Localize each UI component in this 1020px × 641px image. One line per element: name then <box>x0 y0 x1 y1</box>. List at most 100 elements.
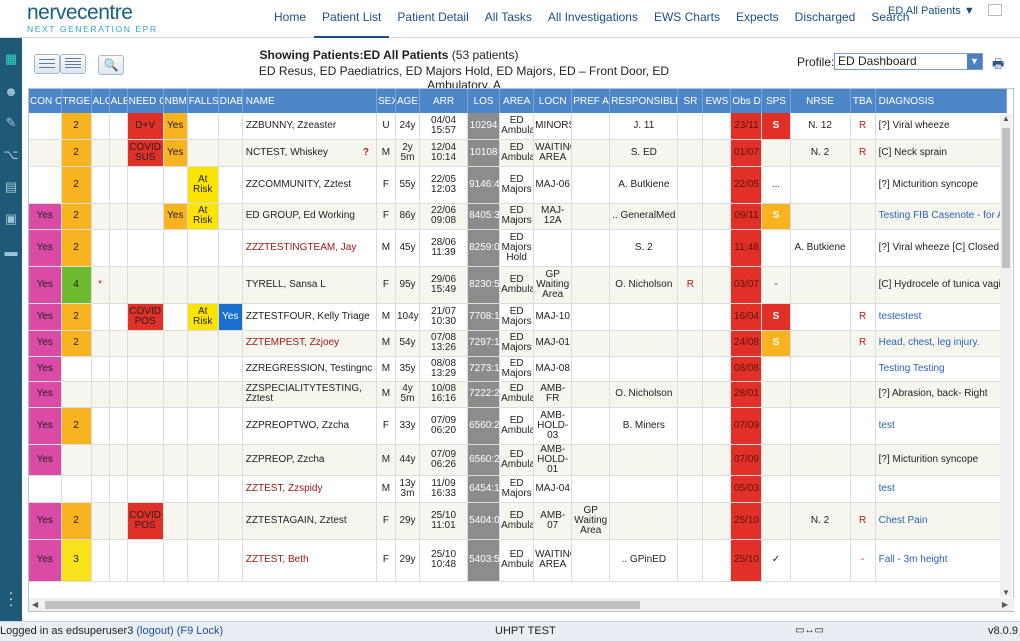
col-area[interactable]: AREA <box>499 89 535 113</box>
scroll-down-icon[interactable]: ▼ <box>1002 588 1010 597</box>
table-row[interactable]: 2 At Risk ZZCOMMUNITY, Zztest F 55y 22/05 12:… <box>29 166 1008 204</box>
col-ale[interactable]: ALE <box>109 89 128 113</box>
view-compact-button[interactable] <box>34 54 60 74</box>
los-value: 7273:1 <box>469 362 500 374</box>
printer-icon[interactable]: 🖶 <box>992 55 1010 71</box>
col-sr[interactable]: SR <box>677 89 704 113</box>
cell-name[interactable]: ZZZTESTINGTEAM, Jay <box>242 229 377 267</box>
triage-value: 2 <box>73 514 79 526</box>
col-triage[interactable]: TRGE <box>61 89 92 113</box>
table-row[interactable]: 2 COVID SUS Yes? NCTEST, Whiskey M 2y 5m 12/04… <box>29 139 1008 167</box>
tab-discharged[interactable]: Discharged <box>787 0 864 38</box>
col-falls-risk[interactable]: FALLS RISK <box>187 89 219 113</box>
table-row[interactable]: Yes 2 ZZTEMPEST, Zzjoey M 54y 07/08 13:26 7297… <box>29 330 1008 357</box>
table-row[interactable]: 2 D+V Yes ZZBUNNY, Zzeaster U 24y 04/04 15:57 1… <box>29 113 1008 140</box>
col-pref-area[interactable]: PREF AREA <box>571 89 611 113</box>
f9-lock-link[interactable]: (F9 Lock) <box>177 625 223 637</box>
scroll-right-icon[interactable]: ▶ <box>1002 600 1008 609</box>
cell-arr: 10/08 16:16 <box>419 381 469 408</box>
col-locn[interactable]: LOCN <box>533 89 573 113</box>
view-list-button[interactable] <box>60 54 86 74</box>
search-button[interactable]: 🔍 <box>98 55 124 75</box>
table-row[interactable]: Yes ZZPREOP, Zzcha M 44y 07/09 06:26 6560:2 ED… <box>29 444 1008 476</box>
tab-patient-detail[interactable]: Patient Detail <box>389 0 476 38</box>
network-icon[interactable]: ⌥ <box>0 144 22 166</box>
col-obs-due[interactable]: Obs Due <box>730 89 763 113</box>
col-tba[interactable]: TBA <box>850 89 876 113</box>
col-diab[interactable]: DIAB <box>218 89 243 113</box>
col-ews[interactable]: EWS <box>702 89 732 113</box>
table-row[interactable]: Yes 2 COVID POS ZZTESTAGAIN, Zztest F 29y 25/1… <box>29 502 1008 540</box>
cell-name[interactable]: ZZSPECIALITYTESTING, Zztest <box>242 381 377 408</box>
table-row[interactable]: Yes ZZREGRESSION, Testingnc M 35y 08/08 13:2… <box>29 356 1008 382</box>
vertical-scrollbar[interactable]: ▲ ▼ <box>1000 114 1012 597</box>
cell-age: 44y <box>395 444 421 476</box>
cell-name[interactable]: ZZTESTFOUR, Kelly Triage <box>242 303 377 331</box>
col-age[interactable]: AGE <box>395 89 421 113</box>
col-diagnosis[interactable]: DIAGNOSIS <box>875 89 1008 113</box>
cell-name[interactable]: ZZPREOP, Zzcha <box>242 444 377 476</box>
cell-name[interactable]: ZZBUNNY, Zzeaster <box>242 113 377 140</box>
person-icon[interactable]: ☻ <box>0 80 22 102</box>
table-row[interactable]: Yes 2 COVID POS At Risk Yes ZZTESTFOUR, Kelly… <box>29 303 1008 331</box>
popout-window-icon[interactable] <box>988 4 1002 16</box>
screen-sync-icon[interactable]: ▭↔▭ <box>795 625 824 636</box>
bed-icon[interactable]: ▬ <box>0 240 22 262</box>
los-value: 8259:0 <box>469 241 500 253</box>
cell-name[interactable]: ZZTEST, Zzspidy <box>242 475 377 503</box>
cell-name[interactable]: ZZTEST, Beth <box>242 539 377 582</box>
table-row[interactable]: Yes 2 ZZPREOPTWO, Zzcha F 33y 07/09 06:20 6560… <box>29 407 1008 445</box>
table-row[interactable]: Yes 3 ZZTEST, Beth F 29y 25/10 10:48 5403:5 ED … <box>29 539 1008 582</box>
cell-name[interactable]: ED GROUP, Ed Working <box>242 203 377 230</box>
table-row[interactable]: Yes 2 ZZZTESTINGTEAM, Jay M 45y 28/06 11:39 82… <box>29 229 1008 267</box>
table-row[interactable]: ZZTEST, Zzspidy M 13y 3m 11/09 16:33 6454:1 E… <box>29 475 1008 503</box>
arr-value: 08/08 13:29 <box>431 357 457 379</box>
ward-selector[interactable]: ED All Patients ▼ <box>888 5 975 17</box>
logout-link[interactable]: (logout) <box>136 625 173 637</box>
name-value: ZZTEST, Zzspidy <box>245 482 323 494</box>
scroll-left-icon[interactable]: ◀ <box>32 600 38 609</box>
cell-name[interactable]: ZZCOMMUNITY, Zztest <box>242 166 377 204</box>
cell-sex: F <box>376 407 396 445</box>
cell-name[interactable]: ZZPREOPTWO, Zzcha <box>242 407 377 445</box>
col-nbm[interactable]: NBM <box>163 89 188 113</box>
col-responsible-clinician[interactable]: RESPONSIBLE CLINICIAN <box>609 89 679 113</box>
patient-list-icon[interactable]: ▦ <box>0 48 22 70</box>
col-nurse[interactable]: NRSE <box>790 89 851 113</box>
horizontal-scroll-thumb[interactable] <box>45 601 640 609</box>
col-sps[interactable]: SPS <box>761 89 791 113</box>
profile-select[interactable]: ED Dashboard ▼ <box>834 53 983 70</box>
tab-home[interactable]: Home <box>266 0 314 38</box>
cell-concern: Yes <box>29 539 62 582</box>
cell-name[interactable]: TYRELL, Sansa L <box>242 266 377 304</box>
more-menu-icon[interactable]: · · · <box>0 585 22 611</box>
col-need-cubicle[interactable]: NEED CUBICL <box>127 89 164 113</box>
vertical-scroll-thumb[interactable] <box>1002 128 1010 268</box>
cell-name[interactable]: ZZREGRESSION, Testingnc <box>242 356 377 382</box>
cell-diagnosis: test <box>875 407 1008 445</box>
clipboard-icon[interactable]: ▣ <box>0 208 22 230</box>
tab-all-tasks[interactable]: All Tasks <box>477 0 540 38</box>
table-row[interactable]: Yes 4 * TYRELL, Sansa L F 95y 29/06 15:49 8230:… <box>29 266 1008 304</box>
col-sex[interactable]: SEX <box>376 89 396 113</box>
tab-expects[interactable]: Expects <box>728 0 787 38</box>
cell-tba <box>850 475 876 503</box>
tab-all-investigations[interactable]: All Investigations <box>540 0 646 38</box>
tab-patient-list[interactable]: Patient List <box>314 0 390 38</box>
col-concern[interactable]: CON CERN <box>29 89 62 113</box>
col-arr[interactable]: ARR <box>419 89 469 113</box>
table-row[interactable]: Yes 2 Yes At Risk ED GROUP, Ed Working F 86y 22… <box>29 203 1008 230</box>
col-los[interactable]: LOS <box>467 89 501 113</box>
cell-name[interactable]: ZZTEMPEST, Zzjoey <box>242 330 377 357</box>
table-row[interactable]: Yes ZZSPECIALITYTESTING, Zztest M 4y 5m 10/0… <box>29 381 1008 408</box>
tab-ews-charts[interactable]: EWS Charts <box>646 0 728 38</box>
pencil-icon[interactable]: ✎ <box>0 112 22 134</box>
col-name[interactable]: NAME <box>242 89 377 113</box>
archive-icon[interactable]: ▤ <box>0 176 22 198</box>
horizontal-scrollbar[interactable]: ◀ ▶ <box>29 598 1014 611</box>
cell-name[interactable]: ? NCTEST, Whiskey <box>242 139 377 167</box>
col-alg[interactable]: ALG <box>91 89 110 113</box>
cell-name[interactable]: ZZTESTAGAIN, Zztest <box>242 502 377 540</box>
scroll-up-icon[interactable]: ▲ <box>1002 114 1010 123</box>
cell-responsible-clinician: B. Miners <box>609 407 679 445</box>
